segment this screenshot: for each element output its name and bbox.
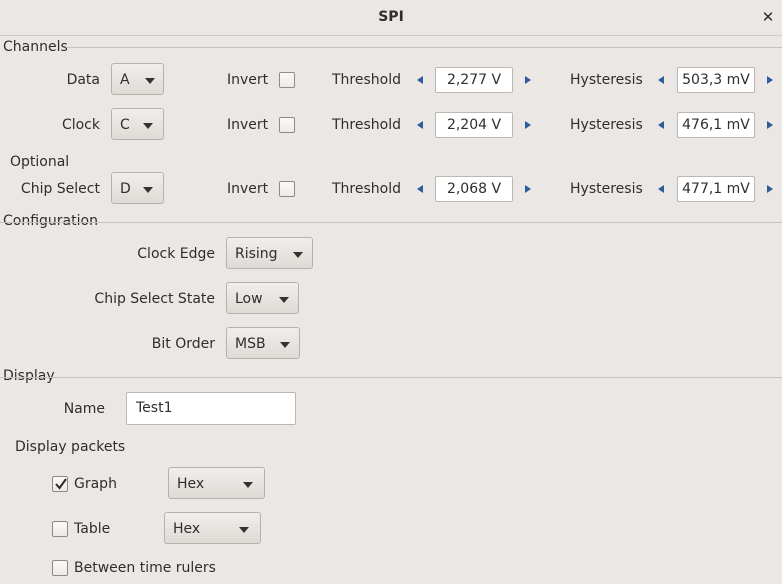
- chevron-down-icon: [143, 187, 153, 193]
- display-section-label: Display: [3, 368, 55, 384]
- data-channel-select[interactable]: A: [111, 63, 164, 95]
- arrow-left-icon[interactable]: [656, 74, 666, 86]
- clock-edge-select[interactable]: Rising: [226, 237, 313, 269]
- clock-hysteresis-label: Hysteresis: [570, 117, 643, 133]
- arrow-right-icon[interactable]: [523, 74, 533, 86]
- name-input[interactable]: Test1: [126, 392, 296, 425]
- chip-select-channel-select[interactable]: D: [111, 172, 164, 204]
- chip-select-state-select[interactable]: Low: [226, 282, 299, 314]
- bit-order-label: Bit Order: [151, 336, 215, 352]
- bit-order-select[interactable]: MSB: [226, 327, 300, 359]
- close-icon[interactable]: ✕: [761, 8, 775, 26]
- display-divider: [0, 377, 782, 378]
- arrow-right-icon[interactable]: [523, 119, 533, 131]
- table-checkbox[interactable]: [52, 521, 68, 537]
- data-hysteresis-label: Hysteresis: [570, 72, 643, 88]
- chevron-down-icon: [239, 527, 249, 533]
- table-format-value: Hex: [173, 521, 201, 537]
- chevron-down-icon: [145, 78, 155, 84]
- clock-edge-value: Rising: [235, 246, 278, 262]
- name-label: Name: [63, 401, 105, 417]
- chip-select-threshold-field[interactable]: 2,068 V: [435, 176, 513, 202]
- clock-invert-label: Invert: [227, 117, 269, 133]
- clock-hysteresis-field[interactable]: 476,1 mV: [677, 112, 755, 138]
- chip-select-state-value: Low: [235, 291, 263, 307]
- chevron-down-icon: [293, 252, 303, 258]
- data-invert-checkbox[interactable]: [279, 72, 295, 88]
- data-invert-label: Invert: [227, 72, 269, 88]
- chip-select-invert-checkbox[interactable]: [279, 181, 295, 197]
- chevron-down-icon: [279, 297, 289, 303]
- between-time-rulers-checkbox[interactable]: [52, 560, 68, 576]
- chip-select-label: Chip Select: [20, 181, 100, 197]
- optional-label: Optional: [10, 154, 70, 170]
- configuration-divider: [0, 222, 782, 223]
- arrow-right-icon[interactable]: [765, 119, 775, 131]
- chip-select-state-label: Chip Select State: [94, 291, 215, 307]
- title-bar: SPI ✕: [0, 0, 782, 36]
- clock-channel-select[interactable]: C: [111, 108, 164, 140]
- chevron-down-icon: [143, 123, 153, 129]
- data-threshold-label: Threshold: [332, 72, 401, 88]
- clock-label: Clock: [61, 117, 100, 133]
- arrow-right-icon[interactable]: [523, 183, 533, 195]
- chevron-down-icon: [243, 482, 253, 488]
- clock-threshold-label: Threshold: [332, 117, 401, 133]
- arrow-left-icon[interactable]: [415, 183, 425, 195]
- channels-divider: [66, 47, 782, 48]
- window-title: SPI: [378, 9, 404, 25]
- clock-channel-value: C: [120, 117, 130, 133]
- configuration-section-label: Configuration: [3, 213, 98, 229]
- chip-select-channel-value: D: [120, 181, 131, 197]
- graph-format-select[interactable]: Hex: [168, 467, 265, 499]
- chip-select-hysteresis-label: Hysteresis: [570, 181, 643, 197]
- chip-select-hysteresis-field[interactable]: 477,1 mV: [677, 176, 755, 202]
- display-packets-label: Display packets: [15, 439, 126, 455]
- data-threshold-field[interactable]: 2,277 V: [435, 67, 513, 93]
- bit-order-value: MSB: [235, 336, 266, 352]
- arrow-right-icon[interactable]: [765, 74, 775, 86]
- arrow-left-icon[interactable]: [415, 119, 425, 131]
- clock-edge-label: Clock Edge: [137, 246, 215, 262]
- checkmark-icon: [55, 478, 67, 490]
- chevron-down-icon: [280, 342, 290, 348]
- arrow-left-icon[interactable]: [656, 119, 666, 131]
- clock-invert-checkbox[interactable]: [279, 117, 295, 133]
- graph-format-value: Hex: [177, 476, 205, 492]
- arrow-left-icon[interactable]: [415, 74, 425, 86]
- arrow-right-icon[interactable]: [765, 183, 775, 195]
- graph-checkbox[interactable]: [52, 476, 68, 492]
- chip-select-threshold-label: Threshold: [332, 181, 401, 197]
- table-format-select[interactable]: Hex: [164, 512, 261, 544]
- arrow-left-icon[interactable]: [656, 183, 666, 195]
- channels-section-label: Channels: [3, 39, 68, 55]
- data-label: Data: [66, 72, 100, 88]
- graph-label: Graph: [74, 476, 117, 492]
- chip-select-invert-label: Invert: [227, 181, 269, 197]
- data-channel-value: A: [120, 72, 130, 88]
- spi-dialog: SPI ✕ Channels Data A Invert Threshold 2…: [0, 0, 782, 584]
- table-label: Table: [74, 521, 111, 537]
- data-hysteresis-field[interactable]: 503,3 mV: [677, 67, 755, 93]
- between-time-rulers-label: Between time rulers: [74, 560, 216, 576]
- clock-threshold-field[interactable]: 2,204 V: [435, 112, 513, 138]
